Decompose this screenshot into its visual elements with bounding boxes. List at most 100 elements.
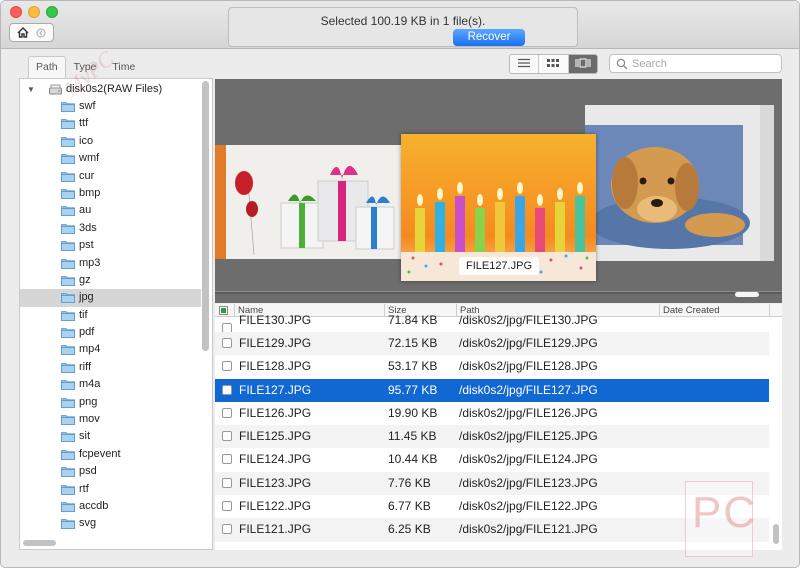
candle-flame [577, 182, 583, 194]
candle-flame [437, 188, 443, 200]
tree-item-pdf[interactable]: pdf [20, 324, 201, 341]
folder-icon [61, 275, 75, 289]
tree-item-tif[interactable]: tif [20, 307, 201, 324]
search-field[interactable] [609, 54, 782, 73]
file-name-cell: FILE124.JPG [239, 452, 312, 467]
file-size-cell: 11.45 KB [388, 429, 437, 444]
folder-icon [61, 101, 75, 115]
select-all-header[interactable] [215, 304, 235, 317]
preview-scroll-handle[interactable] [735, 292, 759, 297]
table-row[interactable]: FILE125.JPG 11.45 KB/disk0s2/jpg/FILE125.… [215, 425, 769, 449]
row-checkbox[interactable] [222, 407, 232, 418]
candle-flame [557, 188, 563, 200]
column-header-date-created[interactable]: Date Created [660, 304, 770, 317]
tree-item-mov[interactable]: mov [20, 411, 201, 428]
row-checkbox[interactable] [222, 431, 232, 442]
folder-icon [61, 240, 75, 254]
table-row[interactable]: FILE127.JPG 95.77 KB/disk0s2/jpg/FILE127.… [215, 378, 769, 402]
tree-item-riff[interactable]: riff [20, 359, 201, 376]
puppy-thumbnail[interactable] [585, 105, 760, 261]
row-checkbox[interactable] [222, 454, 232, 465]
tree-item-rtf[interactable]: rtf [20, 481, 201, 498]
search-input[interactable] [632, 56, 777, 71]
sidebar-horizontal-scrollbar[interactable] [23, 540, 56, 546]
tree-item-label: bmp [79, 186, 101, 199]
recover-button[interactable]: Recover [453, 29, 525, 46]
table-row[interactable]: FILE128.JPG 53.17 KB/disk0s2/jpg/FILE128.… [215, 355, 769, 378]
row-checkbox[interactable] [222, 477, 232, 488]
app-window: Selected 100.19 KB in 1 file(s). Recover… [0, 0, 800, 568]
next-thumbnail-edge[interactable] [760, 105, 774, 261]
tree-item-m4a[interactable]: m4a [20, 376, 201, 393]
select-all-checkbox[interactable] [219, 306, 228, 315]
sidebar-vertical-scrollbar[interactable] [202, 81, 209, 351]
row-checkbox[interactable] [222, 524, 232, 535]
folder-icon [61, 292, 75, 306]
folder-icon [61, 379, 75, 393]
tree-item-ico[interactable]: ico [20, 133, 201, 150]
coverflow-view-button[interactable] [568, 55, 597, 73]
back-icon[interactable] [36, 28, 46, 38]
tree-item-mp4[interactable]: mp4 [20, 341, 201, 358]
tab-path[interactable]: Path [28, 56, 66, 79]
file-name-cell: FILE123.JPG [239, 475, 312, 490]
file-path-cell: /disk0s2/jpg/FILE128.JPG [459, 359, 598, 374]
tree-item-ttf[interactable]: ttf [20, 115, 201, 132]
tree-item-bmp[interactable]: bmp [20, 185, 201, 202]
grid-view-button[interactable] [539, 55, 569, 73]
tree-item-label: swf [79, 100, 96, 112]
table-vertical-scrollbar[interactable] [773, 524, 779, 544]
candle-flame [537, 194, 543, 206]
tree-item-png[interactable]: png [20, 394, 201, 411]
tree-item-psd[interactable]: psd [20, 463, 201, 480]
birthday-candles-thumbnail[interactable]: FILE127.JPG [401, 134, 596, 281]
tree-item-pst[interactable]: pst [20, 237, 201, 254]
table-row[interactable]: FILE130.JPG 71.84 KB/disk0s2/jpg/FILE130.… [215, 313, 769, 333]
row-checkbox[interactable] [222, 338, 232, 348]
tree-item-svg[interactable]: svg [20, 515, 201, 532]
table-row[interactable]: FILE126.JPG 19.90 KB/disk0s2/jpg/FILE126.… [215, 402, 769, 425]
folder-icon [61, 223, 75, 237]
tree-item-label: rtf [79, 482, 89, 495]
tree-item-jpg[interactable]: jpg [20, 289, 201, 307]
row-checkbox[interactable] [222, 384, 232, 395]
candle [495, 202, 505, 252]
tree-item-fcpevent[interactable]: fcpevent [20, 446, 201, 463]
gift-boxes-thumbnail[interactable] [215, 145, 401, 259]
candle [515, 196, 525, 252]
file-name-cell: FILE122.JPG [239, 499, 312, 514]
minimize-window-button[interactable] [28, 6, 40, 18]
tree-item-3ds[interactable]: 3ds [20, 220, 201, 237]
tree-item-gz[interactable]: gz [20, 272, 201, 289]
preview-scroll-track[interactable] [215, 291, 782, 294]
table-row[interactable]: FILE129.JPG 72.15 KB/disk0s2/jpg/FILE129.… [215, 332, 769, 356]
tree-item-accdb[interactable]: accdb [20, 498, 201, 515]
tree-item-mp3[interactable]: mp3 [20, 255, 201, 272]
folder-icon [61, 205, 75, 219]
folder-tree: ▼ disk0s2(RAW Files) swf ttf ico wmf cur bmp a… [19, 78, 213, 550]
list-view-button[interactable] [510, 55, 540, 73]
tree-item-label: riff [79, 360, 92, 373]
tree-item-swf[interactable]: swf [20, 98, 201, 115]
row-checkbox[interactable] [222, 361, 232, 372]
file-name-cell: FILE121.JPG [239, 522, 312, 537]
candle [535, 208, 545, 252]
home-button[interactable] [9, 23, 54, 42]
candle [415, 208, 425, 252]
tree-item-au[interactable]: au [20, 202, 201, 219]
watermark-logo: PC [685, 481, 755, 557]
disclosure-triangle-icon[interactable]: ▼ [27, 85, 35, 94]
tree-item-cur[interactable]: cur [20, 168, 201, 185]
row-checkbox[interactable] [222, 501, 232, 512]
preview-file-label: FILE127.JPG [459, 257, 539, 275]
file-path-cell: /disk0s2/jpg/FILE129.JPG [459, 336, 598, 350]
tree-item-wmf[interactable]: wmf [20, 150, 201, 167]
close-window-button[interactable] [10, 6, 22, 18]
tree-root-disk[interactable]: ▼ disk0s2(RAW Files) [20, 81, 205, 98]
selection-status-text: Selected 100.19 KB in 1 file(s). [320, 14, 486, 28]
zoom-window-button[interactable] [46, 6, 58, 18]
list-view-icon [517, 58, 531, 71]
table-row[interactable]: FILE124.JPG 10.44 KB/disk0s2/jpg/FILE124.… [215, 448, 769, 471]
tree-item-sit[interactable]: sit [20, 428, 201, 445]
folder-icon [61, 501, 75, 515]
